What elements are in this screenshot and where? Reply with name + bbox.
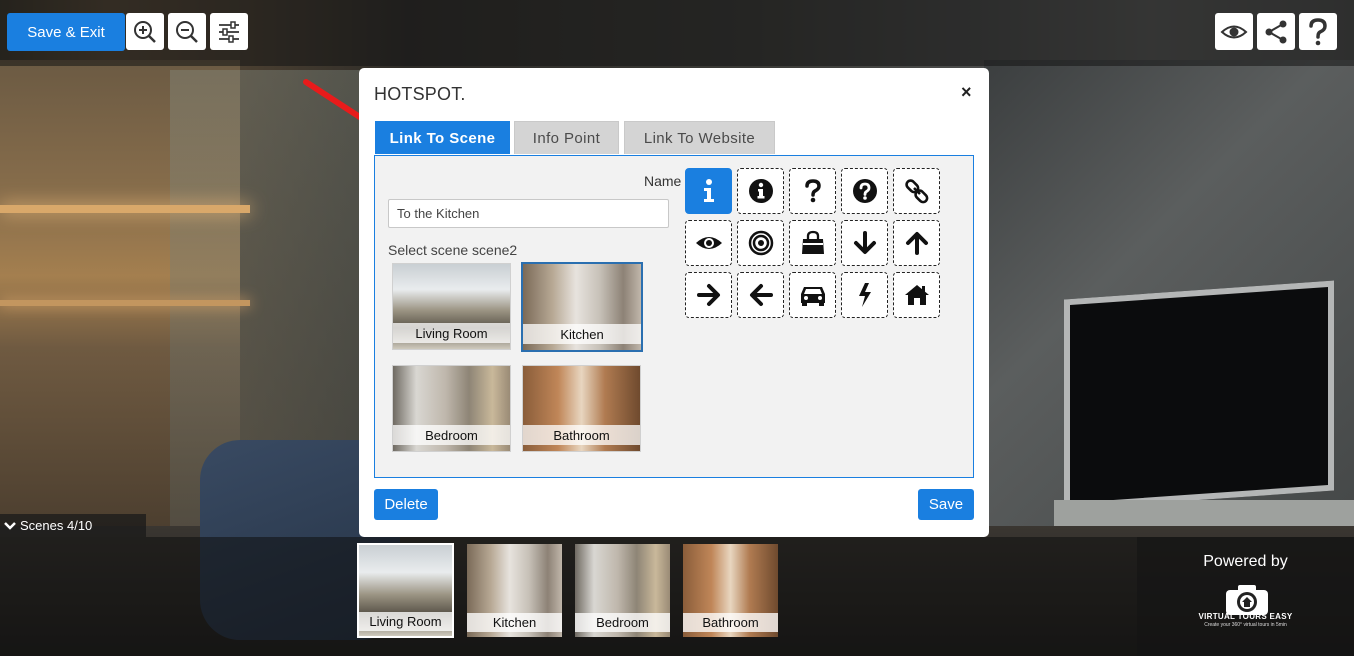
- bolt-icon: [858, 283, 871, 307]
- icon-option-home[interactable]: [893, 272, 940, 318]
- icon-option-target[interactable]: [737, 220, 784, 266]
- icon-option-arrow-down[interactable]: [841, 220, 888, 266]
- zoom-out-icon: [176, 20, 198, 43]
- scene-thumb-bathroom[interactable]: Bathroom: [683, 544, 778, 637]
- save-exit-button[interactable]: Save & Exit: [7, 13, 125, 51]
- scene-option-kitchen[interactable]: Kitchen: [521, 262, 643, 352]
- question-circle-icon: [852, 179, 877, 203]
- delete-button[interactable]: Delete: [374, 489, 438, 520]
- scene-option-bathroom[interactable]: Bathroom: [522, 365, 641, 452]
- link-to-scene-panel: Name To the Kitchen Select scene scene2 …: [374, 155, 974, 478]
- scene-thumb-label: Bathroom: [683, 613, 778, 632]
- help-button[interactable]: [1299, 13, 1337, 50]
- icon-option-info[interactable]: [685, 168, 732, 214]
- chevron-down-icon: [4, 521, 16, 530]
- arrow-left-icon: [749, 284, 773, 306]
- scene-thumb-label: Bedroom: [575, 613, 670, 632]
- target-icon: [748, 230, 773, 256]
- scene-option-label: Kitchen: [523, 324, 641, 344]
- link-icon: [904, 179, 928, 204]
- hotspot-dialog: HOTSPOT. × Link To Scene Info Point Link…: [359, 68, 989, 537]
- icon-option-arrow-left[interactable]: [737, 272, 784, 318]
- scene-option-living-room[interactable]: Living Room: [392, 263, 511, 350]
- select-scene-label: Select scene scene2: [388, 242, 518, 258]
- scene-option-label: Living Room: [393, 323, 510, 343]
- name-label: Name: [644, 173, 682, 189]
- zoom-in-button[interactable]: [126, 13, 164, 50]
- shopping-bag-icon: [801, 230, 824, 254]
- scene-thumb-label: Kitchen: [467, 613, 562, 632]
- scene-option-label: Bedroom: [393, 425, 510, 445]
- question-icon: [804, 179, 821, 203]
- zoom-out-button[interactable]: [168, 13, 206, 50]
- television: [1064, 280, 1334, 510]
- share-icon: [1265, 20, 1287, 43]
- icon-option-bolt[interactable]: [841, 272, 888, 318]
- powered-by-panel[interactable]: Powered by VIRTUAL TOURS EASY Create you…: [1137, 537, 1354, 656]
- scene-thumb-kitchen[interactable]: Kitchen: [467, 544, 562, 637]
- icon-option-arrow-right[interactable]: [685, 272, 732, 318]
- icon-option-link[interactable]: [893, 168, 940, 214]
- tab-info-point[interactable]: Info Point: [514, 121, 619, 154]
- eye-icon: [1220, 25, 1248, 38]
- tab-link-to-scene[interactable]: Link To Scene: [375, 121, 510, 154]
- arrow-right-icon: [696, 284, 720, 306]
- car-icon: [800, 287, 825, 306]
- scenes-count-label: Scenes 4/10: [20, 518, 93, 533]
- lit-shelf: [0, 300, 250, 306]
- question-icon: [1309, 17, 1327, 45]
- tab-link-to-website[interactable]: Link To Website: [624, 121, 775, 154]
- icon-option-info-circle[interactable]: [737, 168, 784, 214]
- icon-option-arrow-up[interactable]: [893, 220, 940, 266]
- icon-option-question[interactable]: [789, 168, 836, 214]
- arrow-up-icon: [905, 232, 928, 255]
- name-input[interactable]: To the Kitchen: [388, 199, 669, 228]
- eye-icon: [695, 237, 722, 249]
- settings-button[interactable]: [210, 13, 248, 50]
- scene-thumb-bedroom[interactable]: Bedroom: [575, 544, 670, 637]
- scenes-toggle[interactable]: Scenes 4/10: [0, 514, 146, 537]
- icon-option-question-circle[interactable]: [841, 168, 888, 214]
- scene-option-bedroom[interactable]: Bedroom: [392, 365, 511, 452]
- lit-shelf: [0, 205, 250, 213]
- preview-button[interactable]: [1215, 13, 1253, 50]
- close-icon[interactable]: ×: [961, 82, 972, 103]
- save-button[interactable]: Save: [918, 489, 974, 520]
- dialog-title: HOTSPOT.: [374, 84, 466, 104]
- home-icon: [904, 285, 929, 305]
- brand-tagline: Create your 360° virtual tours in 5min: [1204, 622, 1287, 628]
- sliders-icon: [219, 20, 239, 43]
- scene-option-label: Bathroom: [523, 425, 640, 445]
- icon-option-eye[interactable]: [685, 220, 732, 266]
- info-circle-icon: [748, 179, 773, 203]
- icon-option-shopping-bag[interactable]: [789, 220, 836, 266]
- zoom-in-icon: [134, 20, 156, 43]
- info-icon: [703, 179, 714, 202]
- share-button[interactable]: [1257, 13, 1295, 50]
- icon-option-car[interactable]: [789, 272, 836, 318]
- arrow-down-icon: [853, 231, 876, 254]
- scene-thumb-living-room[interactable]: Living Room: [357, 543, 454, 638]
- scene-thumb-label: Living Room: [359, 612, 452, 631]
- powered-by-label: Powered by: [1203, 553, 1288, 570]
- brand-name: VIRTUAL TOURS EASY: [1198, 612, 1293, 621]
